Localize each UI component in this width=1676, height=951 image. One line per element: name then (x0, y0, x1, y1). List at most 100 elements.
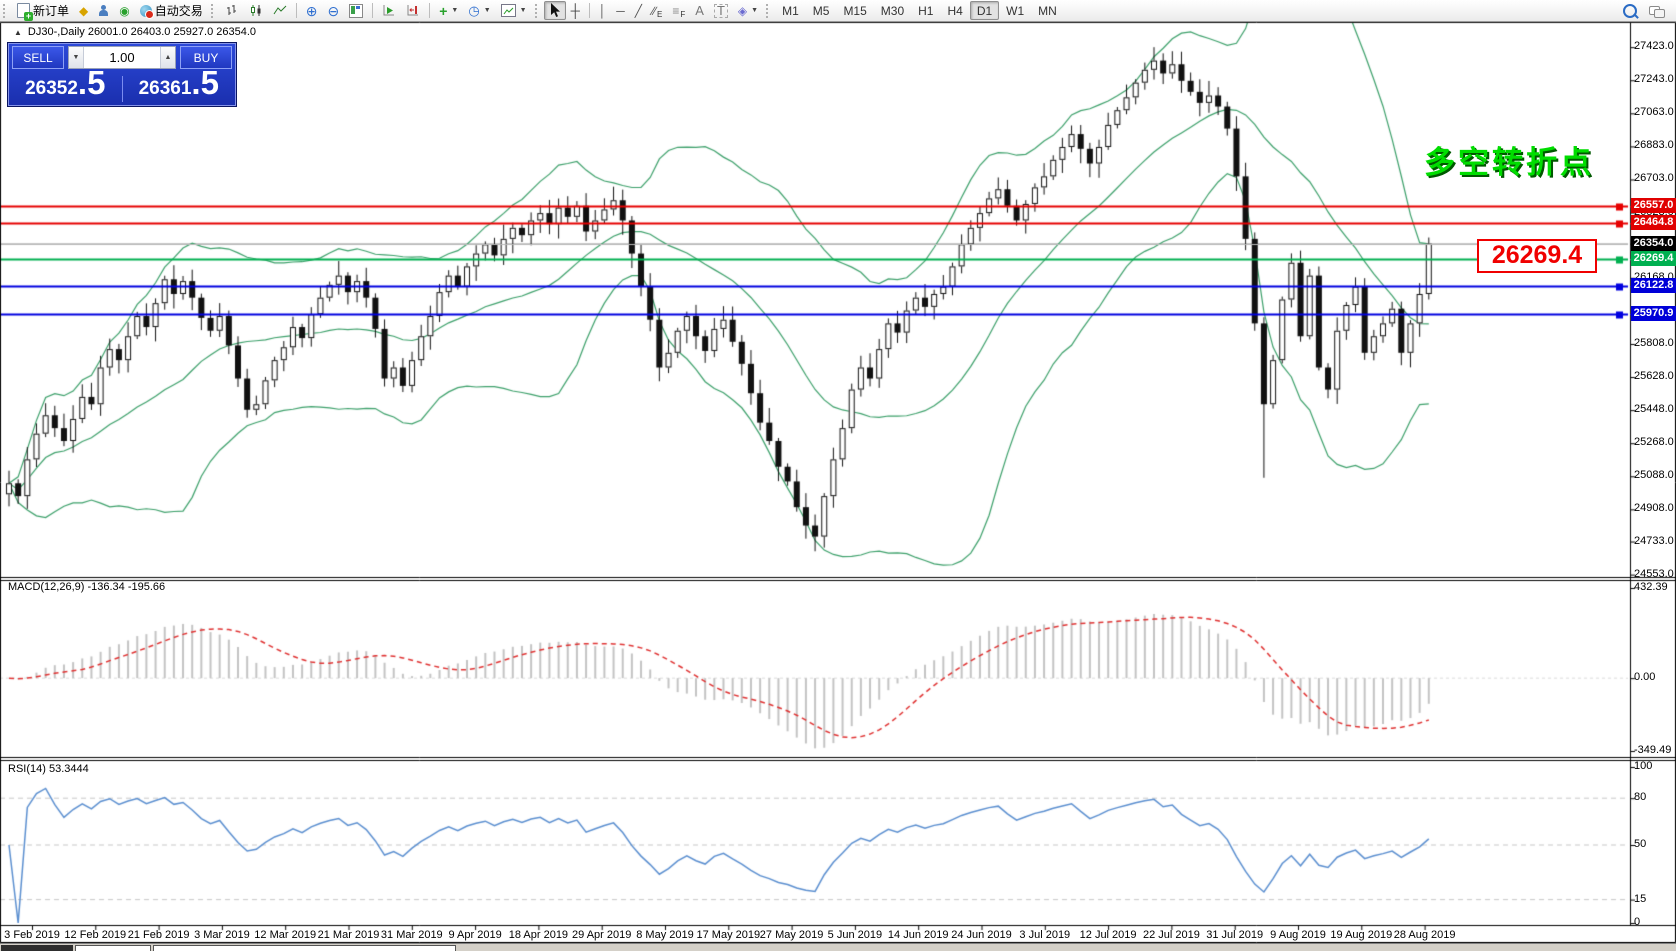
text-label-icon: T (714, 4, 728, 18)
signal-button[interactable]: ◉ (114, 1, 134, 20)
date-axis-label: 5 Jun 2019 (828, 929, 882, 941)
vertical-line-icon: │ (599, 5, 607, 17)
date-axis-label: 27 May 2019 (760, 929, 824, 941)
price-badge: 25970.9 (1631, 306, 1676, 321)
price-axis-label: 25628.0 (1634, 370, 1674, 382)
tile-windows-button[interactable] (344, 1, 368, 20)
search-button[interactable] (1618, 1, 1644, 20)
timeframe-m5[interactable]: M5 (806, 1, 837, 20)
date-axis-label: 24 Jun 2019 (951, 929, 1012, 941)
zoom-in-icon: ⊕ (306, 5, 318, 17)
timeframe-h4[interactable]: H4 (940, 1, 969, 20)
toolbar-grip[interactable] (211, 4, 216, 18)
one-click-trading-panel: SELL ▼ ▲ BUY 26352.5 26361.5 (8, 43, 236, 106)
turning-point-annotation: 多空转折点 (1424, 137, 1594, 182)
chart-shift-button[interactable] (401, 1, 425, 20)
toolbar-grip[interactable] (766, 4, 771, 18)
volume-increase-button[interactable]: ▲ (160, 47, 175, 68)
metaeditor-icon: ◆ (79, 5, 88, 17)
metaeditor-button[interactable]: ◆ (74, 1, 93, 20)
toolbar-grip[interactable] (3, 4, 8, 18)
autotrading-label: 自动交易 (155, 2, 203, 19)
macd-axis-label: 0.00 (1634, 671, 1655, 683)
chart-tab[interactable] (153, 945, 456, 951)
fibonacci-icon: ≡ (672, 5, 679, 17)
bar-chart-button[interactable] (220, 1, 244, 20)
channel-icon: ∕∕ (652, 5, 656, 17)
timeframe-w1[interactable]: W1 (999, 1, 1031, 20)
date-axis-label: 28 Aug 2019 (1394, 929, 1456, 941)
rsi-axis-label: 0 (1634, 916, 1640, 928)
crosshair-icon: ┼ (571, 5, 580, 17)
toolbar: + 新订单 ◆ ◉ 自动交易 ⊕ ⊖ + ▼ ◷ (0, 0, 1676, 22)
timeframe-h1[interactable]: H1 (911, 1, 940, 20)
toolbar-grip[interactable] (535, 4, 540, 18)
profile-icon (98, 5, 109, 16)
indicators-icon: + (439, 5, 447, 17)
price-axis-label: 27063.0 (1634, 106, 1674, 118)
date-axis-label: 19 Aug 2019 (1330, 929, 1392, 941)
auto-scroll-button[interactable] (377, 1, 401, 20)
dropdown-arrow-icon: ▼ (484, 7, 491, 14)
profile-button[interactable] (93, 1, 114, 20)
chart-tab[interactable] (75, 945, 151, 951)
zoom-out-icon: ⊖ (327, 5, 339, 17)
date-axis-label: 21 Mar 2019 (318, 929, 380, 941)
chart-tab[interactable] (1, 945, 73, 951)
sell-price[interactable]: 26352.5 (9, 66, 122, 102)
price-axis-label: 26703.0 (1634, 172, 1674, 184)
cursor-tool-button[interactable] (544, 1, 566, 20)
zoom-out-button[interactable]: ⊖ (322, 1, 344, 20)
date-axis-label: 22 Jul 2019 (1143, 929, 1200, 941)
autotrading-button[interactable]: 自动交易 (135, 1, 208, 20)
candlestick-chart-icon (249, 4, 263, 17)
date-axis-label: 9 Aug 2019 (1270, 929, 1326, 941)
price-callout-box[interactable]: 26269.4 (1477, 239, 1597, 273)
trendline-tool-button[interactable]: ╱ (630, 1, 647, 20)
fibonacci-tool-button[interactable]: ≡ F (667, 1, 690, 20)
channel-tool-button[interactable]: ∕∕ E (647, 1, 667, 20)
price-axis-label: 26883.0 (1634, 139, 1674, 151)
crosshair-tool-button[interactable]: ┼ (566, 1, 585, 20)
price-badge: 26354.0 (1631, 236, 1676, 251)
zoom-in-button[interactable]: ⊕ (301, 1, 323, 20)
date-axis-label: 8 May 2019 (636, 929, 693, 941)
chat-button[interactable] (1644, 1, 1668, 20)
date-axis-label: 12 Mar 2019 (254, 929, 316, 941)
macd-label: MACD(12,26,9) -136.34 -195.66 (8, 581, 165, 593)
vertical-line-tool-button[interactable]: │ (594, 1, 612, 20)
indicators-button[interactable]: + ▼ (434, 1, 463, 20)
new-order-icon: + (17, 3, 30, 18)
rsi-axis-label: 15 (1634, 893, 1646, 905)
timeframe-d1[interactable]: D1 (970, 1, 999, 20)
timeframe-m15[interactable]: M15 (836, 1, 873, 20)
line-chart-button[interactable] (268, 1, 292, 20)
dropdown-arrow-icon: ▼ (451, 7, 458, 14)
price-axis-label: 24908.0 (1634, 502, 1674, 514)
arrows-tool-button[interactable]: ◈ ▼ (733, 1, 763, 20)
text-label-tool-button[interactable]: T (709, 1, 733, 20)
macd-axis-label: 432.39 (1634, 581, 1668, 593)
tile-windows-icon (349, 4, 363, 18)
timeframe-m1[interactable]: M1 (775, 1, 806, 20)
collapse-trade-panel-icon[interactable]: ▲ (14, 28, 22, 37)
macd-axis-label: -349.49 (1634, 744, 1671, 756)
templates-button[interactable]: ▼ (496, 1, 532, 20)
templates-icon (501, 4, 516, 17)
buy-price[interactable]: 26361.5 (123, 66, 236, 102)
horizontal-line-tool-button[interactable]: ─ (611, 1, 630, 20)
chart-header: ▲ DJ30-,Daily 26001.0 26403.0 25927.0 26… (14, 26, 256, 38)
timeframe-mn[interactable]: MN (1031, 1, 1064, 20)
chart-shift-icon (406, 4, 420, 17)
search-icon (1623, 4, 1637, 18)
date-axis-label: 31 Mar 2019 (381, 929, 443, 941)
chart-title: DJ30-,Daily 26001.0 26403.0 25927.0 2635… (28, 26, 256, 38)
date-axis-label: 29 Apr 2019 (572, 929, 631, 941)
date-axis-label: 12 Feb 2019 (64, 929, 126, 941)
timeframe-m30[interactable]: M30 (874, 1, 911, 20)
date-axis-label: 3 Mar 2019 (194, 929, 250, 941)
candlestick-chart-button[interactable] (244, 1, 268, 20)
new-order-button[interactable]: + 新订单 (12, 1, 74, 20)
periods-button[interactable]: ◷ ▼ (463, 1, 495, 20)
text-tool-button[interactable]: A (690, 1, 709, 20)
